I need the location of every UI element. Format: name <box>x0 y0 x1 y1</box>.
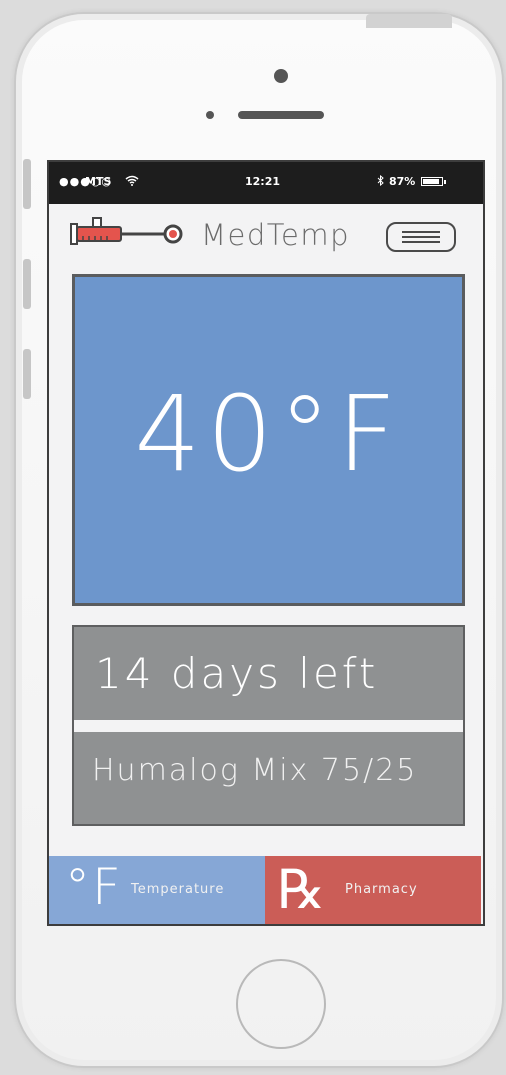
home-button[interactable] <box>236 959 326 1049</box>
battery-tip <box>444 180 446 184</box>
status-time: 12:21 <box>245 175 281 188</box>
hamburger-icon <box>402 231 440 233</box>
app-title: MedTemp <box>201 218 351 252</box>
front-camera <box>274 69 288 83</box>
status-bar: ●●●○○ MTS 12:21 87% <box>49 162 483 204</box>
volume-up-button <box>23 259 31 309</box>
fahrenheit-icon: °F <box>65 858 123 916</box>
tab-pharmacy-label: Pharmacy <box>345 882 418 897</box>
battery-icon <box>421 177 443 186</box>
temperature-panel[interactable]: 40°F <box>72 274 465 606</box>
app-screen: ●●●○○ MTS 12:21 87% MedTemp 40°F 14 days… <box>47 160 485 926</box>
app-header: MedTemp <box>49 204 483 274</box>
hamburger-icon-line <box>402 241 440 243</box>
medication-name: Humalog Mix 75/25 <box>92 753 418 788</box>
earpiece-speaker <box>238 111 324 119</box>
temperature-value: 40°F <box>134 373 403 495</box>
panel-divider <box>74 720 463 732</box>
thermometer-syringe-icon <box>70 217 183 245</box>
hamburger-icon-line <box>402 236 440 238</box>
carrier-name: MTS <box>85 175 112 188</box>
wifi-icon <box>125 175 139 189</box>
days-left-label: 14 days left <box>95 649 379 698</box>
power-button <box>366 14 452 28</box>
tab-bar: °F Temperature ℞ Pharmacy <box>49 856 483 924</box>
medication-panel[interactable]: 14 days left Humalog Mix 75/25 <box>72 625 465 826</box>
prescription-icon: ℞ <box>277 858 326 921</box>
menu-button[interactable] <box>386 222 456 252</box>
mute-switch <box>23 159 31 209</box>
volume-down-button <box>23 349 31 399</box>
bluetooth-icon <box>377 174 384 189</box>
proximity-sensor <box>206 111 214 119</box>
tab-pharmacy[interactable]: ℞ Pharmacy <box>265 856 481 924</box>
tab-temperature[interactable]: °F Temperature <box>49 856 265 924</box>
battery-percentage: 87% <box>389 175 416 188</box>
tab-temperature-label: Temperature <box>131 882 225 897</box>
